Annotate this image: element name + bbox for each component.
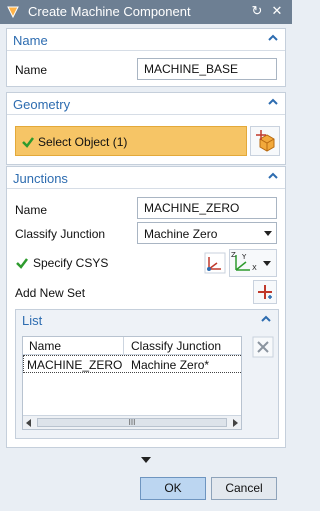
geometry-section-title: Geometry <box>13 97 71 112</box>
collapse-caret-icon[interactable] <box>260 313 272 325</box>
classify-junction-label: Classify Junction <box>15 227 106 241</box>
svg-text:Y: Y <box>241 253 247 261</box>
cube-select-icon <box>256 130 275 152</box>
dropdown-arrow-icon <box>264 231 272 236</box>
collapse-caret-icon[interactable] <box>267 96 279 108</box>
table-row[interactable]: MACHINE_ZERO Machine Zero* <box>23 355 241 373</box>
add-set-icon <box>258 285 272 299</box>
component-name-field[interactable] <box>137 58 277 80</box>
classify-junction-dropdown[interactable]: Machine Zero <box>137 222 277 244</box>
table-header: Name Classify Junction <box>23 337 241 355</box>
name-panel: Name Name <box>6 28 286 87</box>
csys-dialog-icon[interactable] <box>203 251 227 275</box>
more-options-arrow-icon[interactable] <box>141 457 151 463</box>
row-name-cell: MACHINE_ZERO <box>27 358 123 372</box>
junction-name-label: Name <box>15 203 48 217</box>
app-logo-icon <box>7 6 19 19</box>
specify-csys-label: Specify CSYS <box>33 256 109 270</box>
ok-button[interactable]: OK <box>140 477 206 500</box>
scroll-right-icon[interactable] <box>233 419 238 427</box>
column-header-name[interactable]: Name <box>29 339 61 353</box>
csys-axes-icon: Y X Z <box>231 251 257 272</box>
select-object-label: Select Object (1) <box>38 135 128 149</box>
select-object-row[interactable]: Select Object (1) <box>15 126 247 156</box>
junction-table: Name Classify Junction MACHINE_ZERO Mach… <box>22 336 242 430</box>
column-header-classify[interactable]: Classify Junction <box>131 339 221 353</box>
horizontal-scrollbar[interactable]: III <box>23 415 241 429</box>
name-section-title: Name <box>13 33 48 48</box>
junction-name-field[interactable] <box>137 197 277 219</box>
junctions-panel: Junctions Name Classify Junction Machine… <box>6 166 286 448</box>
delete-icon[interactable] <box>252 336 274 358</box>
checkmark-icon <box>22 137 34 148</box>
cancel-button[interactable]: Cancel <box>211 477 277 500</box>
window-title: Create Machine Component <box>28 4 191 19</box>
add-new-set-label: Add New Set <box>15 286 86 300</box>
add-new-set-button[interactable] <box>253 280 277 304</box>
reset-icon[interactable]: ↻ <box>249 3 265 19</box>
svg-text:X: X <box>252 264 257 272</box>
scroll-left-icon[interactable] <box>26 419 31 427</box>
junctions-section-title: Junctions <box>13 171 68 186</box>
csys-type-dropdown[interactable]: Y X Z <box>229 249 277 277</box>
select-solid-button[interactable] <box>250 126 280 156</box>
dropdown-arrow-icon <box>263 261 271 266</box>
name-section-header[interactable]: Name <box>7 29 285 51</box>
svg-text:Z: Z <box>231 251 236 259</box>
collapse-caret-icon[interactable] <box>267 32 279 44</box>
column-divider[interactable] <box>123 337 124 355</box>
row-classify-cell: Machine Zero* <box>131 358 210 372</box>
geometry-section-header[interactable]: Geometry <box>7 93 285 115</box>
geometry-panel: Geometry Select Object (1) <box>6 92 286 165</box>
name-label: Name <box>15 63 48 77</box>
classify-junction-value: Machine Zero <box>144 227 218 241</box>
scroll-thumb[interactable]: III <box>37 418 227 427</box>
checkmark-icon <box>16 258 28 269</box>
list-panel: List Name Classify Junction MACHINE_ZERO… <box>15 309 279 439</box>
title-bar: Create Machine Component ↻ ✕ <box>0 0 292 24</box>
close-icon[interactable]: ✕ <box>269 3 285 19</box>
junctions-section-header[interactable]: Junctions <box>7 167 285 189</box>
collapse-caret-icon[interactable] <box>267 170 279 182</box>
list-section-title: List <box>22 313 43 328</box>
